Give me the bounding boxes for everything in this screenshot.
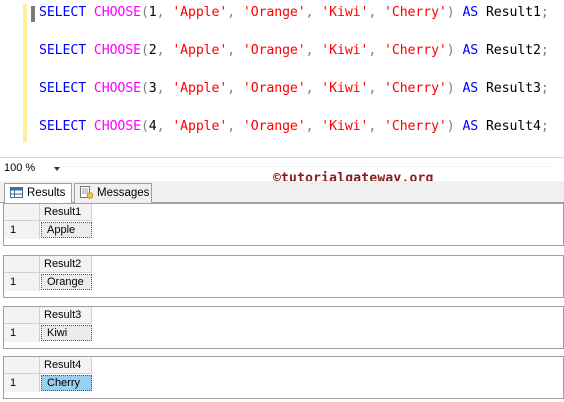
- string-literal: 'Kiwi': [321, 43, 369, 58]
- column-alias: Result1: [485, 5, 541, 20]
- string-literal: 'Apple': [172, 119, 228, 134]
- zoom-dropdown[interactable]: 100 %: [2, 161, 62, 176]
- query-editor[interactable]: SELECT CHOOSE(1, 'Apple', 'Orange', 'Kiw…: [0, 0, 564, 157]
- string-literal: 'Orange': [242, 119, 306, 134]
- result-cell[interactable]: Apple: [41, 222, 92, 238]
- tab-messages-label: Messages: [97, 187, 150, 199]
- keyword-select: SELECT: [39, 119, 87, 134]
- choose-index: 2: [148, 43, 157, 58]
- row-number[interactable]: 1: [4, 221, 40, 239]
- string-literal: 'Orange': [242, 5, 306, 20]
- result-cell-selected[interactable]: Cherry: [41, 375, 92, 391]
- result-grid-3: Result3 1 Kiwi: [3, 306, 564, 349]
- tab-results-label: Results: [27, 187, 66, 199]
- results-tab-strip: Results Messages: [0, 181, 564, 204]
- chevron-down-icon: [54, 167, 60, 171]
- string-literal: 'Orange': [242, 81, 306, 96]
- grid-corner[interactable]: [4, 256, 40, 273]
- keyword-select: SELECT: [39, 81, 87, 96]
- function-choose: CHOOSE: [93, 5, 141, 20]
- string-literal: 'Cherry': [384, 81, 447, 96]
- code-line-2[interactable]: SELECT CHOOSE(2, 'Apple', 'Orange', 'Kiw…: [39, 41, 549, 61]
- string-literal: 'Orange': [242, 43, 306, 58]
- result-grid-1: Result1 1 Apple: [3, 203, 564, 246]
- change-tracking-bar: [23, 4, 27, 142]
- result-grid-4: Result4 1 Cherry: [3, 356, 564, 399]
- column-header[interactable]: Result1: [40, 204, 92, 221]
- code-line-1[interactable]: SELECT CHOOSE(1, 'Apple', 'Orange', 'Kiw…: [39, 3, 549, 23]
- code-line-4[interactable]: SELECT CHOOSE(4, 'Apple', 'Orange', 'Kiw…: [39, 117, 549, 137]
- keyword-as: AS: [462, 43, 479, 58]
- string-literal: 'Cherry': [384, 5, 447, 20]
- column-alias: Result2: [485, 43, 541, 58]
- keyword-select: SELECT: [39, 5, 87, 20]
- choose-index: 4: [148, 119, 157, 134]
- column-header[interactable]: Result3: [40, 307, 92, 324]
- cursor-marker: [31, 6, 35, 22]
- grid-corner[interactable]: [4, 204, 40, 221]
- result-cell[interactable]: Kiwi: [41, 325, 92, 341]
- tab-results[interactable]: Results: [4, 183, 72, 204]
- function-choose: CHOOSE: [93, 81, 141, 96]
- results-pane: Result1 1 Apple Result2 1 Orange Result3…: [0, 203, 564, 402]
- function-choose: CHOOSE: [93, 43, 141, 58]
- string-literal: 'Kiwi': [321, 119, 369, 134]
- column-alias: Result3: [485, 81, 541, 96]
- string-literal: 'Apple': [172, 81, 228, 96]
- keyword-as: AS: [462, 119, 479, 134]
- keyword-as: AS: [462, 81, 479, 96]
- zoom-value: 100 %: [4, 162, 36, 174]
- row-number[interactable]: 1: [4, 324, 40, 342]
- result-grid-2: Result2 1 Orange: [3, 255, 564, 298]
- result-cell[interactable]: Orange: [41, 274, 92, 290]
- string-literal: 'Apple': [172, 5, 228, 20]
- string-literal: 'Cherry': [384, 119, 447, 134]
- grid-corner[interactable]: [4, 307, 40, 324]
- string-literal: 'Cherry': [384, 43, 447, 58]
- keyword-as: AS: [462, 5, 479, 20]
- keyword-select: SELECT: [39, 43, 87, 58]
- string-literal: 'Apple': [172, 43, 228, 58]
- choose-index: 1: [148, 5, 157, 20]
- choose-index: 3: [148, 81, 157, 96]
- tab-messages[interactable]: Messages: [74, 183, 152, 203]
- column-header[interactable]: Result2: [40, 256, 92, 273]
- messages-icon: [80, 186, 93, 199]
- horizontal-scrollbar[interactable]: [64, 166, 554, 167]
- row-number[interactable]: 1: [4, 273, 40, 291]
- string-literal: 'Kiwi': [321, 81, 369, 96]
- code-line-3[interactable]: SELECT CHOOSE(3, 'Apple', 'Orange', 'Kiw…: [39, 79, 549, 99]
- grid-corner[interactable]: [4, 357, 40, 374]
- function-choose: CHOOSE: [93, 119, 141, 134]
- column-alias: Result4: [485, 119, 541, 134]
- column-header[interactable]: Result4: [40, 357, 92, 374]
- string-literal: 'Kiwi': [321, 5, 369, 20]
- row-number[interactable]: 1: [4, 374, 40, 392]
- grid-icon: [10, 187, 23, 198]
